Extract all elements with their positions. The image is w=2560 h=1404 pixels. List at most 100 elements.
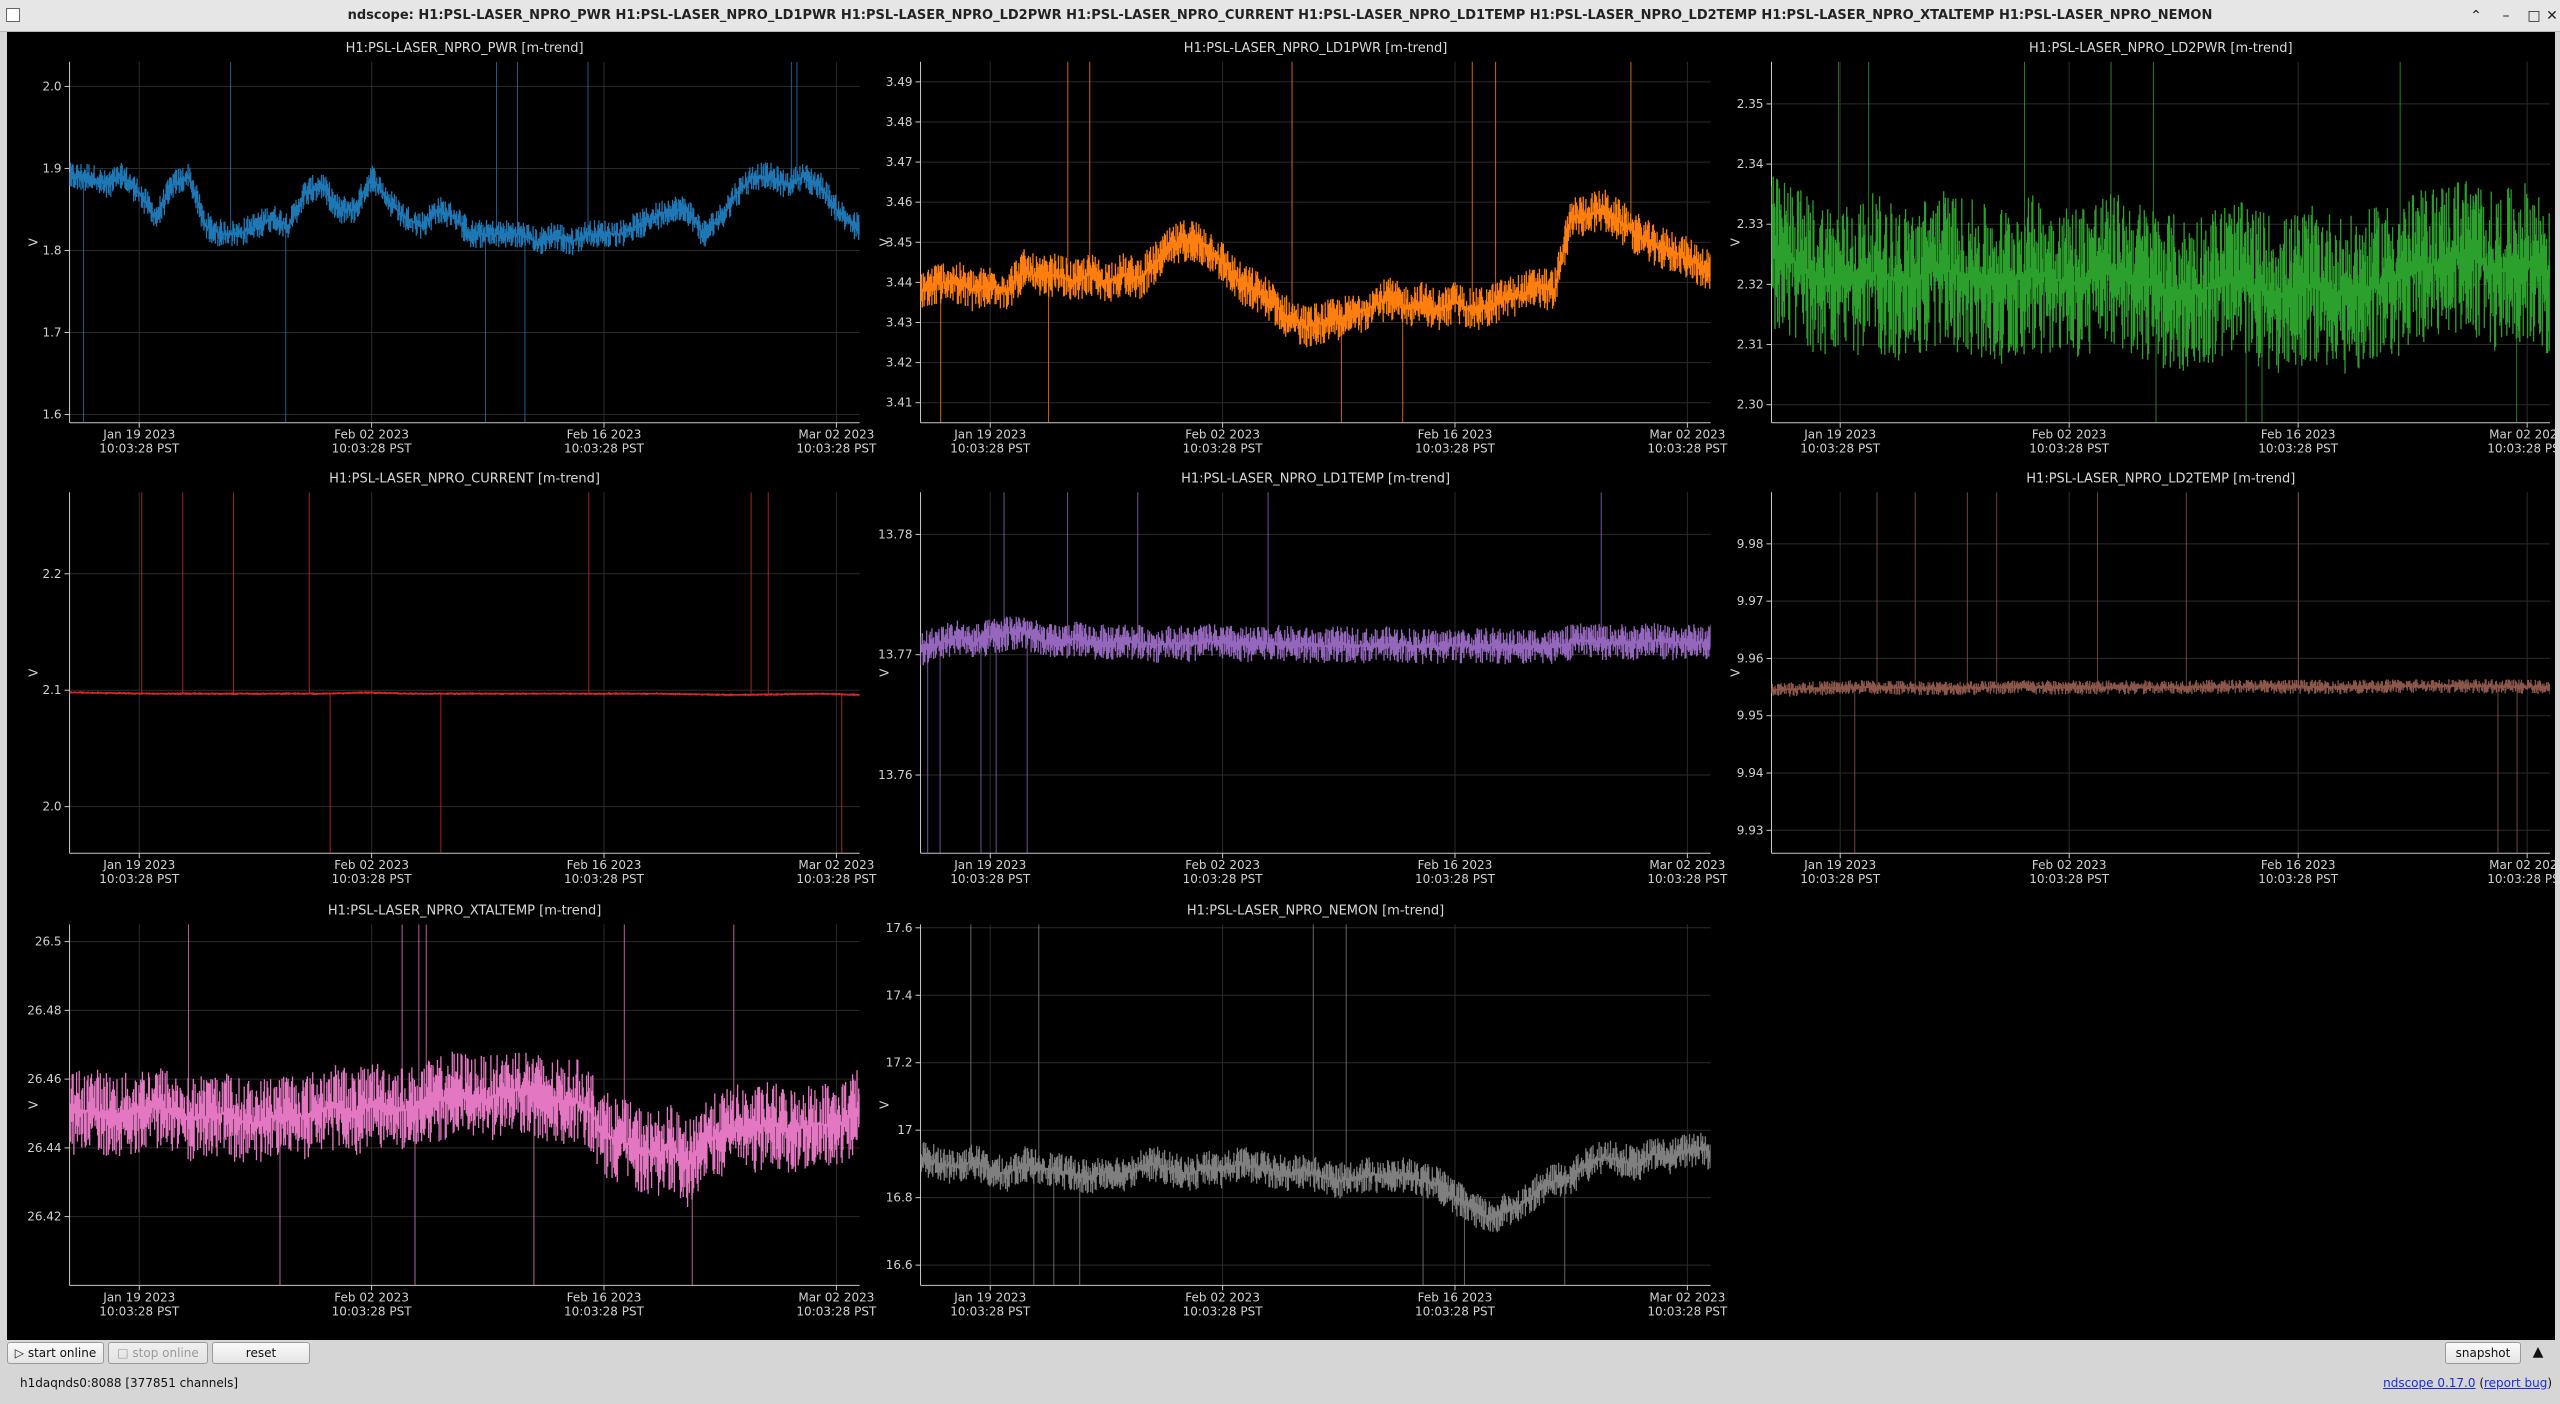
y-tick-label: 26.44 bbox=[27, 1141, 61, 1155]
y-tick-label: 3.42 bbox=[886, 356, 913, 370]
y-tick-label: 2.31 bbox=[1737, 338, 1764, 352]
plot-title: H1:PSL-LASER_NPRO_LD2TEMP [m-trend] bbox=[2026, 471, 2295, 486]
plot-title: H1:PSL-LASER_NPRO_PWR [m-trend] bbox=[346, 41, 584, 56]
plot-panel-7[interactable]: H1:PSL-LASER_NPRO_XTALTEMP [m-trend] 26.4… bbox=[27, 903, 877, 1318]
x-tick-time: 10:03:28 PST bbox=[332, 872, 413, 886]
y-tick-label: 9.96 bbox=[1737, 651, 1764, 665]
y-tick-label: 16.8 bbox=[886, 1191, 913, 1205]
x-tick-date: Jan 19 2023 bbox=[953, 1290, 1026, 1304]
y-tick-label: 9.98 bbox=[1737, 537, 1764, 551]
x-tick-time: 10:03:28 PST bbox=[796, 872, 877, 886]
x-tick-date: Mar 02 2023 bbox=[798, 858, 874, 872]
x-tick-time: 10:03:28 PST bbox=[796, 442, 877, 456]
report-bug-link[interactable]: report bug bbox=[2484, 1376, 2547, 1390]
x-tick-time: 10:03:28 PST bbox=[2487, 442, 2555, 456]
plot-panel-3[interactable]: H1:PSL-LASER_NPRO_LD2PWR [m-trend] 2.30 2.… bbox=[1729, 41, 2560, 456]
y-tick-label: 26.42 bbox=[27, 1210, 61, 1224]
start-online-button[interactable]: ▷ start online bbox=[7, 1342, 104, 1364]
y-tick-label: 2.35 bbox=[1737, 97, 1764, 111]
plot-grid: H1:PSL-LASER_NPRO_PWR [m-trend] 1.6 1.7 1.8… bbox=[7, 32, 2560, 1340]
plot-title: H1:PSL-LASER_NPRO_CURRENT [m-trend] bbox=[329, 471, 600, 486]
y-axis-label: V bbox=[1729, 237, 1743, 246]
plot-panel-8[interactable]: H1:PSL-LASER_NPRO_NEMON [m-trend] 16.6 16.… bbox=[878, 903, 1728, 1318]
plots-canvas[interactable]: H1:PSL-LASER_NPRO_PWR [m-trend] 1.6 1.7 1.8… bbox=[7, 32, 2560, 1340]
x-tick-date: Jan 19 2023 bbox=[102, 858, 175, 872]
plot-panel-4[interactable]: H1:PSL-LASER_NPRO_CURRENT [m-trend] 2.0 2.… bbox=[27, 471, 877, 886]
series-5 bbox=[920, 492, 1711, 854]
x-tick-time: 10:03:28 PST bbox=[1183, 442, 1264, 456]
window-title: ndscope: H1:PSL-LASER_NPRO_PWR H1:PSL-LA… bbox=[347, 8, 2213, 23]
x-tick-date: Mar 02 2023 bbox=[1649, 428, 1725, 442]
y-axis-label: V bbox=[27, 237, 41, 246]
y-axis-label: V bbox=[27, 1100, 41, 1109]
y-tick-label: 26.5 bbox=[35, 935, 62, 949]
x-tick-date: Mar 02 2023 bbox=[798, 1290, 874, 1304]
y-tick-label: 3.43 bbox=[886, 315, 913, 329]
x-tick-date: Jan 19 2023 bbox=[953, 428, 1026, 442]
x-tick-date: Feb 02 2023 bbox=[2032, 858, 2107, 872]
y-tick-label: 1.6 bbox=[42, 408, 61, 422]
snapshot-button[interactable]: snapshot bbox=[2445, 1342, 2521, 1364]
y-tick-label: 13.77 bbox=[878, 648, 912, 662]
y-tick-label: 3.46 bbox=[886, 195, 913, 209]
status-bar: h1daqnds0:8088 [377851 channels] ndscope… bbox=[0, 1368, 2560, 1404]
x-tick-date: Feb 16 2023 bbox=[567, 1290, 642, 1304]
version-link[interactable]: ndscope 0.17.0 bbox=[2383, 1376, 2475, 1390]
x-tick-time: 10:03:28 PST bbox=[950, 872, 1031, 886]
x-tick-date: Feb 16 2023 bbox=[567, 428, 642, 442]
x-tick-date: Feb 02 2023 bbox=[1185, 428, 1260, 442]
plot-panel-1[interactable]: H1:PSL-LASER_NPRO_PWR [m-trend] 1.6 1.7 1.8… bbox=[27, 41, 877, 456]
y-tick-label: 2.2 bbox=[42, 567, 61, 581]
y-tick-label: 26.46 bbox=[27, 1072, 61, 1086]
x-tick-date: Jan 19 2023 bbox=[102, 428, 175, 442]
x-tick-time: 10:03:28 PST bbox=[2258, 442, 2339, 456]
x-tick-date: Feb 16 2023 bbox=[567, 858, 642, 872]
y-tick-label: 2.32 bbox=[1737, 277, 1764, 291]
y-tick-label: 2.33 bbox=[1737, 217, 1764, 231]
plot-panel-5[interactable]: H1:PSL-LASER_NPRO_LD1TEMP [m-trend] 13.76… bbox=[878, 471, 1728, 886]
y-tick-label: 3.49 bbox=[886, 75, 913, 89]
y-tick-label: 9.93 bbox=[1737, 823, 1764, 837]
x-tick-date: Jan 19 2023 bbox=[102, 1290, 175, 1304]
close-icon[interactable]: ✕ bbox=[2540, 4, 2560, 28]
x-tick-time: 10:03:28 PST bbox=[1415, 1304, 1496, 1318]
x-tick-time: 10:03:28 PST bbox=[1415, 872, 1496, 886]
y-tick-label: 2.30 bbox=[1737, 398, 1764, 412]
x-tick-date: Feb 16 2023 bbox=[2261, 428, 2336, 442]
shade-icon[interactable]: ⌃ bbox=[2464, 4, 2488, 28]
plot-title: H1:PSL-LASER_NPRO_NEMON [m-trend] bbox=[1187, 903, 1444, 918]
x-tick-date: Feb 02 2023 bbox=[1185, 858, 1260, 872]
y-tick-label: 17.2 bbox=[886, 1056, 913, 1070]
y-tick-label: 1.9 bbox=[42, 161, 61, 175]
series-6 bbox=[1771, 492, 2551, 854]
y-tick-label: 2.0 bbox=[42, 79, 61, 93]
x-tick-time: 10:03:28 PST bbox=[1183, 1304, 1264, 1318]
x-tick-date: Jan 19 2023 bbox=[953, 858, 1026, 872]
x-tick-date: Mar 02 2023 bbox=[2489, 858, 2555, 872]
series-3 bbox=[1771, 61, 2551, 423]
y-tick-label: 9.94 bbox=[1737, 766, 1764, 780]
reset-button[interactable]: reset bbox=[212, 1342, 310, 1364]
plot-panel-6[interactable]: H1:PSL-LASER_NPRO_LD2TEMP [m-trend] 9.93 9… bbox=[1729, 471, 2560, 886]
y-axis-label: V bbox=[878, 1100, 892, 1109]
plot-title: H1:PSL-LASER_NPRO_LD2PWR [m-trend] bbox=[2029, 41, 2293, 56]
expand-up-icon[interactable]: ▲ bbox=[2524, 1342, 2552, 1364]
x-tick-time: 10:03:28 PST bbox=[1183, 872, 1264, 886]
y-tick-label: 26.48 bbox=[27, 1003, 61, 1017]
x-tick-date: Feb 02 2023 bbox=[1185, 1290, 1260, 1304]
minimize-icon[interactable]: – bbox=[2494, 4, 2518, 28]
x-tick-date: Feb 02 2023 bbox=[334, 1290, 409, 1304]
y-tick-label: 3.44 bbox=[886, 275, 913, 289]
x-tick-date: Feb 16 2023 bbox=[1418, 1290, 1493, 1304]
y-tick-label: 2.34 bbox=[1737, 157, 1764, 171]
y-tick-label: 17.4 bbox=[886, 988, 913, 1002]
plot-panel-2[interactable]: H1:PSL-LASER_NPRO_LD1PWR [m-trend] 3.41 3.… bbox=[878, 41, 1728, 456]
x-tick-time: 10:03:28 PST bbox=[1647, 872, 1728, 886]
x-tick-time: 10:03:28 PST bbox=[99, 442, 180, 456]
y-tick-label: 3.48 bbox=[886, 115, 913, 129]
y-tick-label: 1.8 bbox=[42, 243, 61, 257]
y-tick-label: 9.97 bbox=[1737, 594, 1764, 608]
x-tick-time: 10:03:28 PST bbox=[950, 1304, 1031, 1318]
x-tick-time: 10:03:28 PST bbox=[1415, 442, 1496, 456]
y-tick-label: 13.76 bbox=[878, 768, 912, 782]
